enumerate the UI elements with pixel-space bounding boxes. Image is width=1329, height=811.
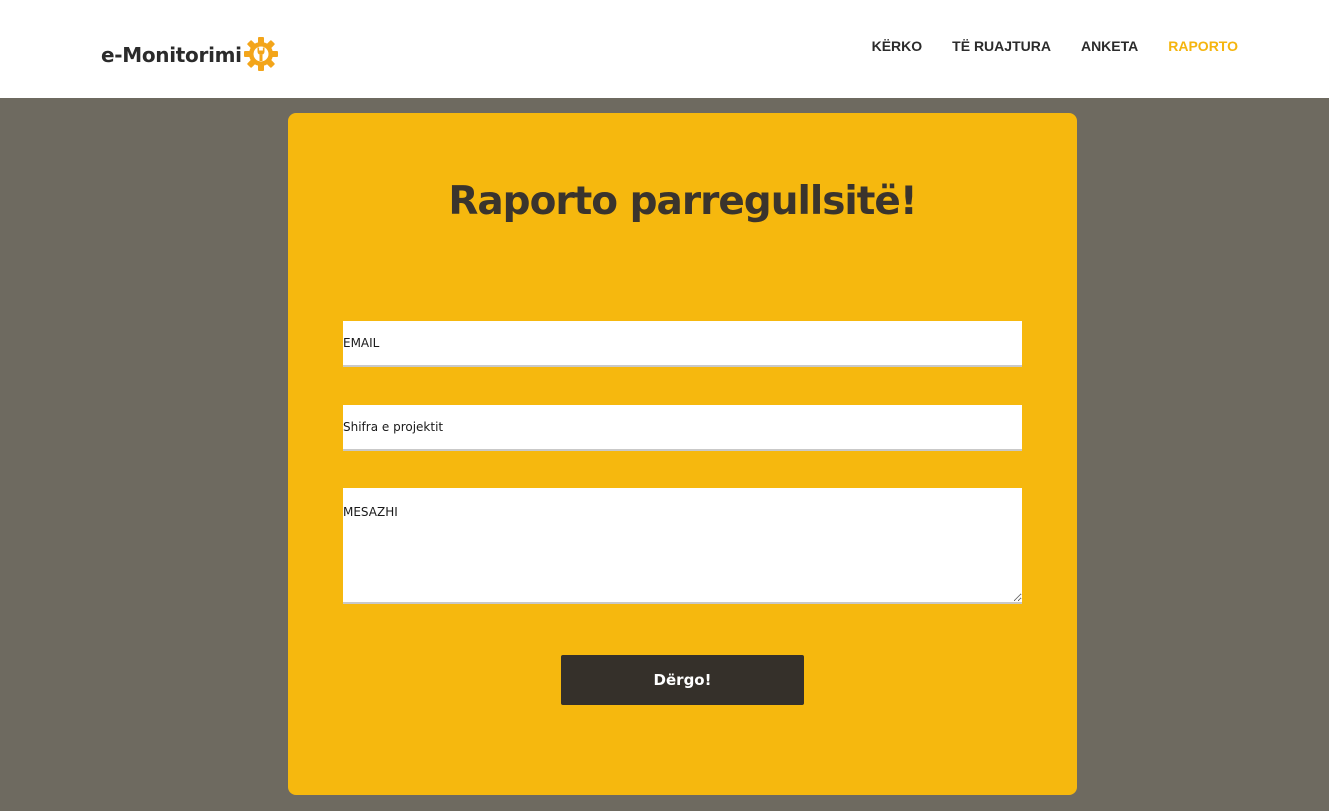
main-nav: KËRKO TË RUAJTURA ANKETA RAPORTO <box>872 38 1238 54</box>
submit-button[interactable]: Dërgo! <box>561 655 804 705</box>
logo-text: e-Monitorimi <box>101 43 242 67</box>
project-code-field[interactable] <box>343 405 1022 451</box>
site-header: e-Monitorimi KËRKO TË RUAJTURA ANKETA RA… <box>0 0 1329 98</box>
nav-item-kerko[interactable]: KËRKO <box>872 38 923 54</box>
report-form-card: Raporto parregullsitë! Dërgo! <box>288 113 1077 795</box>
form-title: Raporto parregullsitë! <box>448 179 917 224</box>
message-field[interactable] <box>343 488 1022 604</box>
nav-item-raporto[interactable]: RAPORTO <box>1168 38 1238 54</box>
site-logo[interactable]: e-Monitorimi <box>101 37 279 72</box>
gear-wrench-icon <box>243 37 278 71</box>
nav-item-te-ruajtura[interactable]: TË RUAJTURA <box>952 38 1051 54</box>
nav-item-anketa[interactable]: ANKETA <box>1081 38 1138 54</box>
email-field[interactable] <box>343 321 1022 367</box>
